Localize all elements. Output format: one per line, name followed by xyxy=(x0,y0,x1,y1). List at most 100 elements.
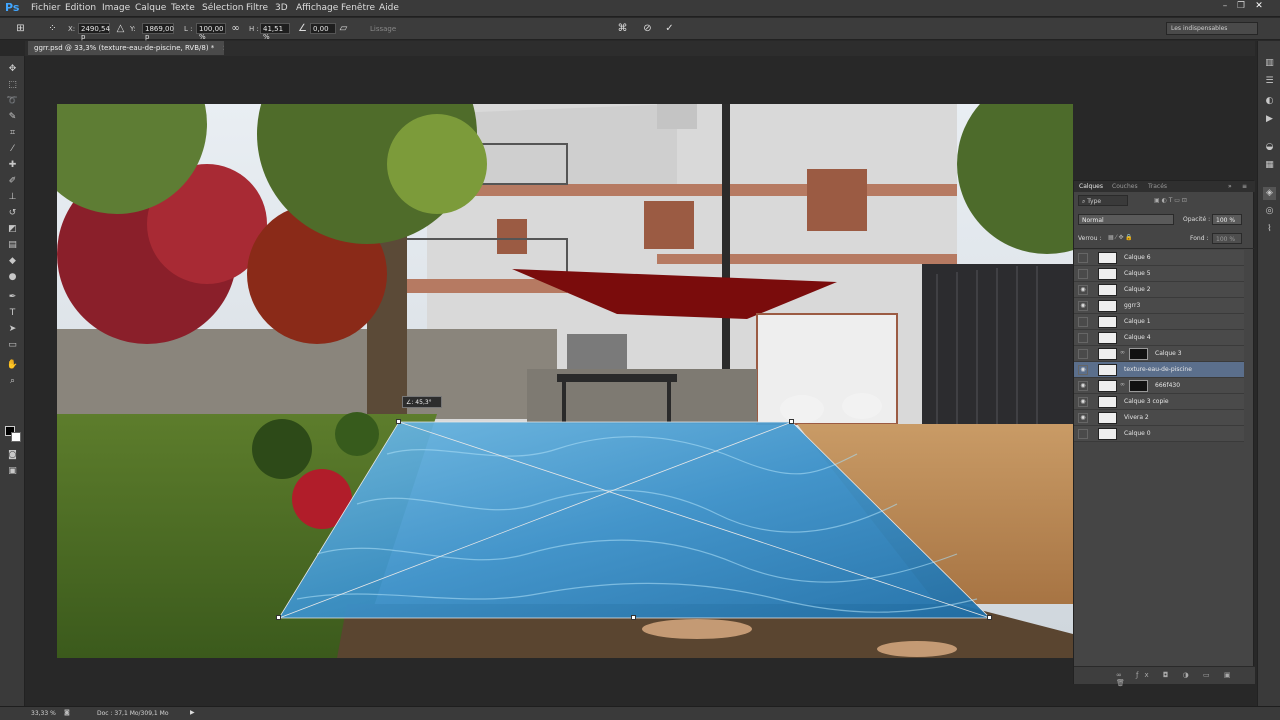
layer-row[interactable]: Calque 0 xyxy=(1074,426,1244,442)
width-field[interactable]: 100,00 % xyxy=(196,23,226,41)
eye-icon[interactable]: ◉ xyxy=(1078,285,1088,295)
skew-icon[interactable]: ▱ xyxy=(337,22,350,35)
crop-tool-icon[interactable]: ⌗ xyxy=(5,126,20,140)
status-menu-arrow-icon[interactable]: ▶ xyxy=(190,709,195,716)
document-tab[interactable]: ggrr.psd @ 33,3% (texture-eau-de-piscine… xyxy=(28,41,224,55)
properties-panel-icon[interactable]: ☰ xyxy=(1263,75,1276,88)
eye-hidden-icon[interactable] xyxy=(1078,253,1088,263)
adjustments-panel-icon[interactable]: ◐ xyxy=(1263,95,1276,108)
opacity-field[interactable]: 100 % xyxy=(1212,214,1242,225)
styles-panel-icon[interactable]: ◒ xyxy=(1263,141,1276,154)
lasso-tool-icon[interactable]: ➰ xyxy=(5,94,20,108)
commit-icon[interactable]: ✓ xyxy=(663,22,676,35)
layer-row[interactable]: ∞ Calque 3 xyxy=(1074,346,1244,362)
layer-row[interactable]: Calque 4 xyxy=(1074,330,1244,346)
layer-row[interactable]: ◉ texture-eau-de-piscine xyxy=(1074,362,1244,378)
zoom-tool-icon[interactable]: ⌕ xyxy=(5,374,20,388)
menu-selection[interactable]: Sélection xyxy=(202,3,243,13)
transform-preset-icon[interactable]: ⊞ xyxy=(14,22,27,35)
screen-mode-icon[interactable]: ▣ xyxy=(5,464,20,478)
eraser-tool-icon[interactable]: ◩ xyxy=(5,222,20,236)
layer-row[interactable]: Calque 5 xyxy=(1074,266,1244,282)
menu-calque[interactable]: Calque xyxy=(135,3,166,13)
menu-affichage[interactable]: Affichage xyxy=(296,3,338,13)
marquee-tool-icon[interactable]: ⬚ xyxy=(5,78,20,92)
hand-tool-icon[interactable]: ✋ xyxy=(5,358,20,372)
eye-hidden-icon[interactable] xyxy=(1078,269,1088,279)
layer-mask-thumbnail[interactable] xyxy=(1129,380,1148,392)
filter-icons[interactable]: ▣ ◐ T ▭ ⊡ xyxy=(1154,197,1187,204)
eyedropper-tool-icon[interactable]: ⁄ xyxy=(5,142,20,156)
menu-filtre[interactable]: Filtre xyxy=(246,3,268,13)
mask-link-icon[interactable]: ∞ xyxy=(1120,349,1125,356)
brush-tool-icon[interactable]: ✐ xyxy=(5,174,20,188)
restore-icon[interactable]: ❐ xyxy=(1234,1,1248,13)
menu-texte[interactable]: Texte xyxy=(171,3,195,13)
cancel-icon[interactable]: ⊘ xyxy=(641,22,654,35)
quick-mask-icon[interactable]: ◙ xyxy=(5,448,20,462)
shape-tool-icon[interactable]: ▭ xyxy=(5,338,20,352)
blend-mode-select[interactable]: Normal xyxy=(1078,214,1174,225)
layer-row[interactable]: ◉ Vivera 2 xyxy=(1074,410,1244,426)
layer-row[interactable]: Calque 1 xyxy=(1074,314,1244,330)
menu-fichier[interactable]: Fichier xyxy=(31,3,60,13)
smoothing-label[interactable]: Lissage xyxy=(370,25,396,33)
layer-row[interactable]: Calque 6 xyxy=(1074,250,1244,266)
y-field[interactable]: 1869,00 p xyxy=(142,23,174,41)
menu-aide[interactable]: Aide xyxy=(379,3,399,13)
eye-hidden-icon[interactable] xyxy=(1078,317,1088,327)
pen-tool-icon[interactable]: ✒ xyxy=(5,290,20,304)
transform-handle-top-left[interactable] xyxy=(396,419,401,424)
mask-link-icon[interactable]: ∞ xyxy=(1120,381,1125,388)
height-field[interactable]: 41,51 % xyxy=(260,23,290,41)
menu-edition[interactable]: Edition xyxy=(65,3,96,13)
channels-panel-icon[interactable]: ◎ xyxy=(1263,205,1276,218)
close-icon[interactable]: ✕ xyxy=(1252,1,1266,13)
eye-icon[interactable]: ◉ xyxy=(1078,381,1088,391)
angle-field[interactable]: 0,00 xyxy=(310,23,336,34)
eye-hidden-icon[interactable] xyxy=(1078,349,1088,359)
link-icon[interactable]: ∞ xyxy=(229,22,242,35)
layer-filter-select[interactable]: ⌕ Type xyxy=(1078,195,1128,206)
tab-couches[interactable]: Couches xyxy=(1112,183,1138,190)
type-tool-icon[interactable]: T xyxy=(5,306,20,320)
transform-handle-bottom-left[interactable] xyxy=(276,615,281,620)
eye-icon[interactable]: ◉ xyxy=(1078,397,1088,407)
minimize-icon[interactable]: – xyxy=(1218,1,1232,13)
history-panel-icon[interactable]: ▥ xyxy=(1263,57,1276,70)
eye-icon[interactable]: ◉ xyxy=(1078,365,1088,375)
layer-row[interactable]: ◉ ∞ 666f430 xyxy=(1074,378,1244,394)
menu-image[interactable]: Image xyxy=(102,3,130,13)
clone-stamp-tool-icon[interactable]: ⊥ xyxy=(5,190,20,204)
tab-traces[interactable]: Tracés xyxy=(1148,183,1167,190)
reference-point-icon[interactable]: ⁘ xyxy=(46,22,59,35)
transform-handle-top-right[interactable] xyxy=(789,419,794,424)
workspace-select[interactable]: Les indispensables xyxy=(1166,22,1258,35)
gradient-tool-icon[interactable]: ▤ xyxy=(5,238,20,252)
layer-row[interactable]: ◉ Calque 3 copie xyxy=(1074,394,1244,410)
warp-icon[interactable]: ⌘ xyxy=(616,22,629,35)
x-field[interactable]: 2490,54 p xyxy=(78,23,110,41)
healing-tool-icon[interactable]: ✚ xyxy=(5,158,20,172)
path-selection-tool-icon[interactable]: ➤ xyxy=(5,322,20,336)
color-panel-icon[interactable]: ▦ xyxy=(1263,159,1276,172)
delta-icon[interactable]: △ xyxy=(114,22,127,35)
layer-row[interactable]: ◉ ggrr3 xyxy=(1074,298,1244,314)
dodge-tool-icon[interactable]: ● xyxy=(5,270,20,284)
layers-panel-icon[interactable]: ◈ xyxy=(1263,187,1276,200)
eye-hidden-icon[interactable] xyxy=(1078,429,1088,439)
panel-menu-icon[interactable]: ≡ xyxy=(1242,183,1247,190)
menu-3d[interactable]: 3D xyxy=(275,3,288,13)
move-tool-icon[interactable]: ✥ xyxy=(5,62,20,76)
fill-field[interactable]: 100 % xyxy=(1212,233,1242,244)
transform-handle-bottom-right[interactable] xyxy=(987,615,992,620)
quick-selection-tool-icon[interactable]: ✎ xyxy=(5,110,20,124)
blur-tool-icon[interactable]: ◆ xyxy=(5,254,20,268)
paths-panel-icon[interactable]: ⌇ xyxy=(1263,223,1276,236)
layer-mask-thumbnail[interactable] xyxy=(1129,348,1148,360)
eye-icon[interactable]: ◉ xyxy=(1078,413,1088,423)
zoom-level[interactable]: 33,33 % xyxy=(31,710,56,717)
tab-calques[interactable]: Calques xyxy=(1079,183,1103,190)
actions-panel-icon[interactable]: ▶ xyxy=(1263,113,1276,126)
transform-handle-bottom-middle[interactable] xyxy=(631,615,636,620)
